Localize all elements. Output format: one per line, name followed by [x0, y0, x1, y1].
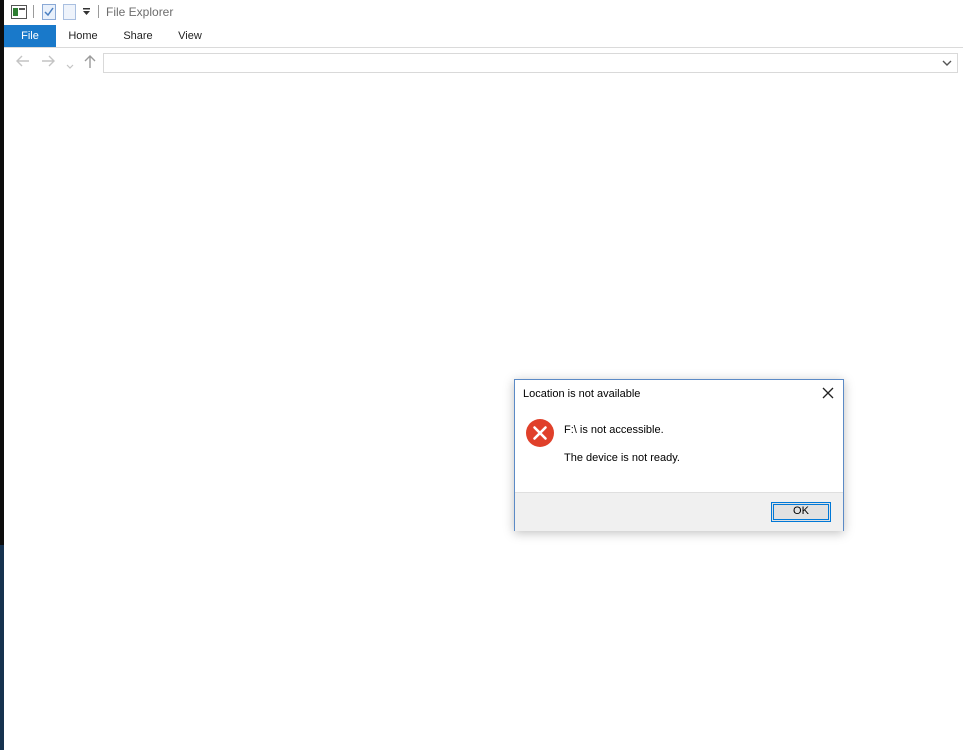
address-dropdown-chevron-icon[interactable] — [941, 56, 953, 70]
dialog-footer: OK — [515, 492, 843, 531]
back-arrow-icon[interactable] — [16, 55, 30, 70]
properties-icon[interactable] — [42, 4, 56, 20]
tab-share[interactable]: Share — [116, 25, 160, 47]
recent-locations-chevron-icon[interactable] — [66, 58, 74, 73]
new-folder-icon[interactable] — [63, 4, 76, 20]
error-message-primary: F:\ is not accessible. — [564, 424, 664, 436]
dialog-title: Location is not available — [523, 388, 641, 400]
close-icon[interactable] — [821, 386, 835, 400]
forward-arrow-icon[interactable] — [41, 55, 55, 70]
ok-button[interactable]: OK — [771, 502, 831, 522]
window-title: File Explorer — [106, 5, 174, 19]
file-explorer-window: File Explorer File Home Share View — [4, 0, 963, 750]
toolbar-separator — [98, 5, 99, 18]
tab-file[interactable]: File — [4, 25, 56, 47]
error-message-secondary: The device is not ready. — [564, 452, 680, 464]
navigation-bar — [4, 52, 963, 76]
app-menu-icon[interactable] — [11, 4, 27, 20]
error-dialog: Location is not available F:\ is not acc… — [514, 379, 844, 531]
ribbon-tabs: File Home Share View — [4, 25, 963, 48]
address-bar[interactable] — [103, 53, 958, 73]
title-bar: File Explorer — [4, 0, 963, 24]
customize-quick-access-icon[interactable] — [82, 4, 91, 20]
up-arrow-icon[interactable] — [84, 55, 96, 72]
error-icon — [525, 418, 555, 448]
tab-view[interactable]: View — [170, 25, 210, 47]
toolbar-separator — [33, 5, 34, 18]
tab-home[interactable]: Home — [61, 25, 105, 47]
